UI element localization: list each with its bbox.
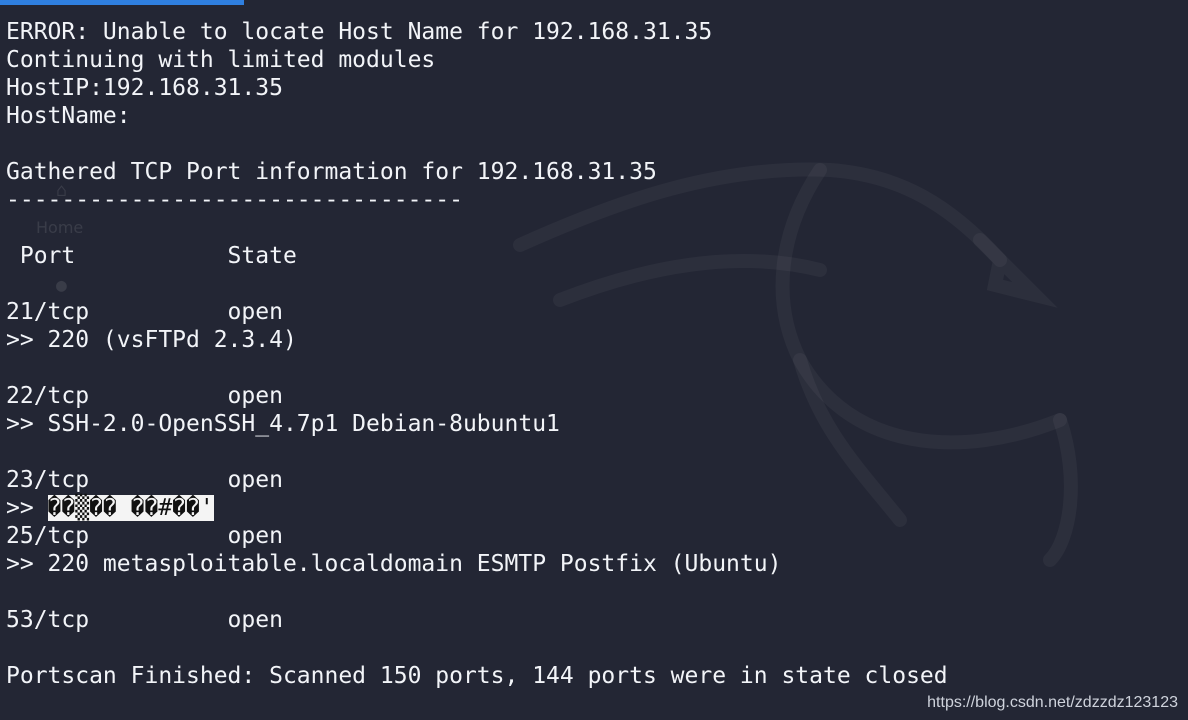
terminal-line: >> 220 (vsFTPd 2.3.4) <box>6 327 297 353</box>
terminal-line: >> SSH-2.0-OpenSSH_4.7p1 Debian-8ubuntu1 <box>6 411 560 437</box>
terminal-line: 53/tcp open <box>6 607 283 633</box>
terminal-line: 22/tcp open <box>6 383 283 409</box>
terminal-line: 23/tcp open <box>6 467 283 493</box>
garbled-banner: ��▒�� ��#��' <box>47 495 214 521</box>
window-top-accent-bar <box>0 0 244 5</box>
terminal-line: Portscan Finished: Scanned 150 ports, 14… <box>6 663 948 689</box>
terminal-line-garbled: >> ��▒�� ��#��' <box>6 494 1182 522</box>
terminal-output[interactable]: ERROR: Unable to locate Host Name for 19… <box>6 18 1182 690</box>
terminal-line: Port State <box>6 243 297 269</box>
source-watermark: https://blog.csdn.net/zdzzdz123123 <box>927 694 1178 711</box>
terminal-line: Gathered TCP Port information for 192.16… <box>6 159 657 185</box>
terminal-line: 21/tcp open <box>6 299 283 325</box>
terminal-line: HostName: <box>6 103 131 129</box>
terminal-line: >> 220 metasploitable.localdomain ESMTP … <box>6 551 782 577</box>
terminal-line: ERROR: Unable to locate Host Name for 19… <box>6 19 713 45</box>
terminal-line: 25/tcp open <box>6 523 283 549</box>
terminal-line: Continuing with limited modules <box>6 47 436 73</box>
terminal-line: --------------------------------- <box>6 187 463 213</box>
terminal-line: HostIP:192.168.31.35 <box>6 75 283 101</box>
garbled-prefix: >> <box>6 495 48 521</box>
